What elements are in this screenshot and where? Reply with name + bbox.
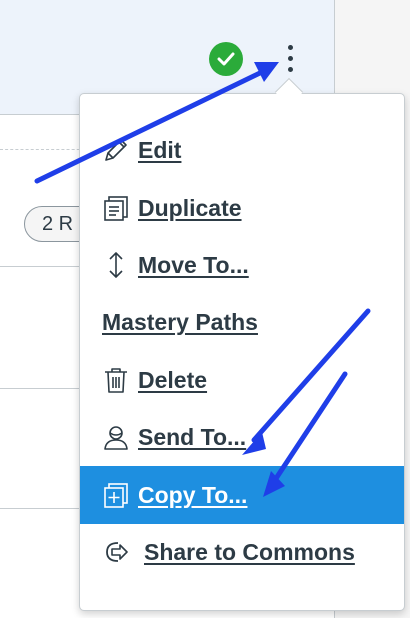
menu-item-label: Edit — [138, 136, 182, 163]
options-kebab-icon[interactable] — [276, 38, 304, 78]
menu-item-move-to[interactable]: Move To... — [80, 236, 404, 294]
divider — [0, 149, 90, 150]
menu-item-share-to-commons[interactable]: Share to Commons — [80, 523, 404, 581]
move-updown-icon — [102, 250, 130, 280]
divider — [0, 266, 90, 267]
trash-icon — [102, 365, 130, 395]
menu-item-label: Mastery Paths — [102, 308, 258, 335]
menu-item-label: Delete — [138, 366, 208, 393]
menu-item-delete[interactable]: Delete — [80, 351, 404, 409]
menu-item-copy-to[interactable]: Copy To... — [80, 466, 404, 524]
duplicate-icon — [102, 193, 130, 223]
menu-item-label: Move To... — [138, 251, 249, 278]
menu-item-edit[interactable]: Edit — [80, 121, 404, 179]
pencil-icon — [102, 135, 130, 165]
share-commons-icon — [102, 537, 130, 567]
menu-item-mastery-paths[interactable]: Mastery Paths — [80, 293, 404, 351]
menu-item-label: Send To... — [138, 423, 247, 450]
divider — [0, 508, 90, 509]
menu-item-duplicate[interactable]: Duplicate — [80, 179, 404, 237]
menu-item-label: Duplicate — [138, 194, 242, 221]
menu-item-label: Copy To... — [138, 481, 248, 508]
menu-item-label: Share to Commons — [144, 538, 355, 565]
copy-to-icon — [102, 480, 130, 510]
user-send-icon — [102, 422, 130, 452]
menu-item-send-to[interactable]: Send To... — [80, 408, 404, 466]
published-check-icon[interactable] — [209, 42, 243, 76]
divider — [0, 388, 90, 389]
canvas-page: 2 R Edit Duplicate Move To... Mastery Pa… — [0, 0, 410, 618]
